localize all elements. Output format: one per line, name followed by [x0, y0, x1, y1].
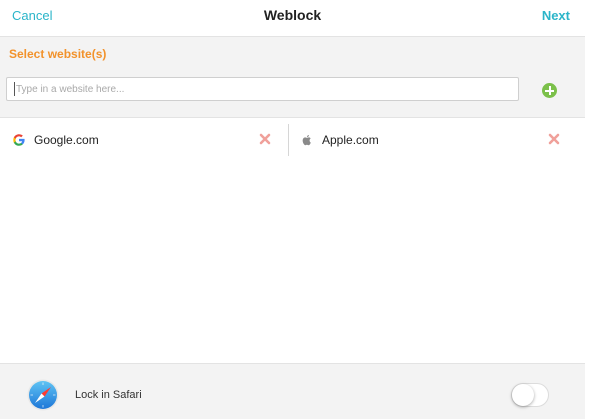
website-label: Google.com [34, 133, 99, 147]
website-label: Apple.com [322, 133, 379, 147]
website-input[interactable] [6, 77, 519, 101]
apple-icon [300, 133, 314, 147]
remove-x-icon[interactable] [547, 132, 561, 146]
text-caret [14, 82, 15, 96]
google-icon [12, 133, 26, 147]
list-item: Apple.com [290, 124, 585, 156]
select-website-panel: Select website(s) [0, 37, 585, 118]
page-title: Weblock [263, 7, 322, 23]
toggle-knob[interactable] [512, 384, 534, 406]
weblock-screen: Cancel Weblock Next Select website(s) Go… [0, 0, 591, 419]
lock-in-safari-bar: Lock in Safari [0, 363, 585, 419]
next-button[interactable]: Next [542, 8, 570, 23]
remove-x-icon[interactable] [258, 132, 272, 146]
safari-compass-icon [27, 379, 59, 411]
nav-bar: Cancel Weblock Next [0, 0, 585, 37]
add-website-button[interactable] [542, 83, 557, 98]
select-website-label: Select website(s) [9, 47, 107, 61]
list-item: Google.com [0, 124, 288, 156]
lock-in-safari-label: Lock in Safari [75, 389, 142, 401]
lock-in-safari-toggle[interactable] [511, 383, 549, 407]
list-divider [288, 124, 289, 156]
